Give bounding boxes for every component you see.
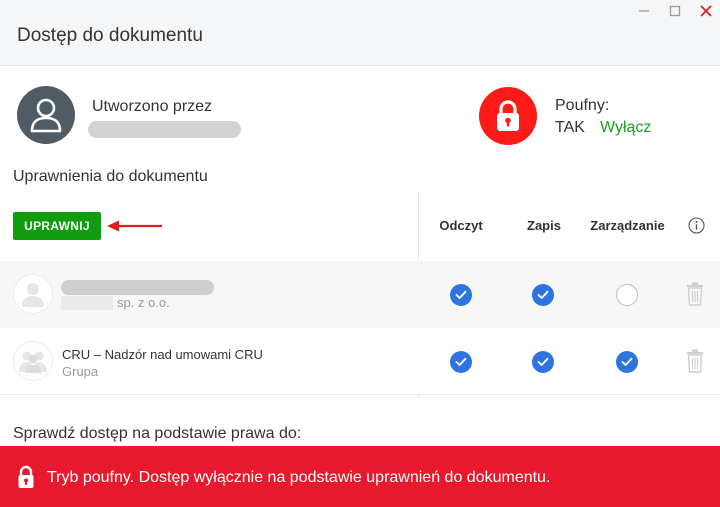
window-title: Dostęp do dokumentu (17, 25, 203, 46)
permission-row: sp. z o.o. (0, 261, 720, 328)
banner-text: Tryb poufny. Dostęp wyłącznie na podstaw… (47, 469, 551, 486)
group-icon (19, 351, 47, 373)
user-avatar (13, 274, 53, 314)
confidential-banner: Tryb poufny. Dostęp wyłącznie na podstaw… (0, 446, 720, 507)
title-bar: Dostęp do dokumentu (0, 0, 720, 66)
user-company-redacted (61, 296, 113, 310)
created-by-label: Utworzono przez (92, 98, 213, 115)
confidential-label: Poufny: (555, 97, 610, 114)
check-access-label: Sprawdź dostęp na podstawie prawa do: (13, 425, 302, 442)
column-header-read: Odczyt (439, 218, 483, 233)
check-icon (621, 357, 633, 366)
user-subtitle: sp. z o.o. (117, 295, 170, 310)
group-name: CRU – Nadzór nad umowami CRU (62, 347, 263, 362)
grant-access-button[interactable]: UPRAWNIJ (13, 212, 101, 240)
permission-row: CRU – Nadzór nad umowami CRU Grupa (0, 328, 720, 395)
read-permission-checkbox[interactable] (450, 284, 472, 306)
minimize-icon (639, 10, 649, 12)
creator-name-redacted (88, 121, 241, 138)
trash-icon[interactable] (686, 349, 704, 373)
confidential-value: TAK (555, 119, 585, 136)
user-name-redacted (61, 280, 214, 295)
group-avatar (13, 341, 53, 381)
manage-permission-checkbox[interactable] (616, 351, 638, 373)
column-header-write: Zapis (527, 218, 561, 233)
manage-permission-checkbox[interactable] (616, 284, 638, 306)
confidential-lock (479, 87, 537, 145)
user-placeholder-icon (22, 283, 44, 307)
trash-icon[interactable] (686, 282, 704, 306)
write-permission-checkbox[interactable] (532, 284, 554, 306)
maximize-button[interactable] (664, 2, 686, 20)
check-icon (455, 290, 467, 299)
column-header-manage: Zarządzanie (590, 218, 665, 233)
minimize-button[interactable] (633, 2, 655, 20)
read-permission-checkbox[interactable] (450, 351, 472, 373)
maximize-icon (669, 5, 681, 17)
lock-icon (497, 100, 519, 131)
user-icon (30, 98, 62, 133)
close-icon (700, 5, 712, 17)
info-icon[interactable] (688, 217, 705, 234)
check-icon (537, 357, 549, 366)
check-icon (537, 290, 549, 299)
group-subtitle: Grupa (62, 364, 99, 379)
permissions-section-title: Uprawnienia do dokumentu (13, 168, 208, 185)
check-icon (455, 357, 467, 366)
creator-avatar (17, 86, 75, 144)
write-permission-checkbox[interactable] (532, 351, 554, 373)
lock-icon (18, 465, 34, 488)
confidential-disable-link[interactable]: Wyłącz (600, 119, 651, 137)
arrow-annotation-icon (107, 220, 162, 232)
close-button[interactable] (695, 2, 717, 20)
